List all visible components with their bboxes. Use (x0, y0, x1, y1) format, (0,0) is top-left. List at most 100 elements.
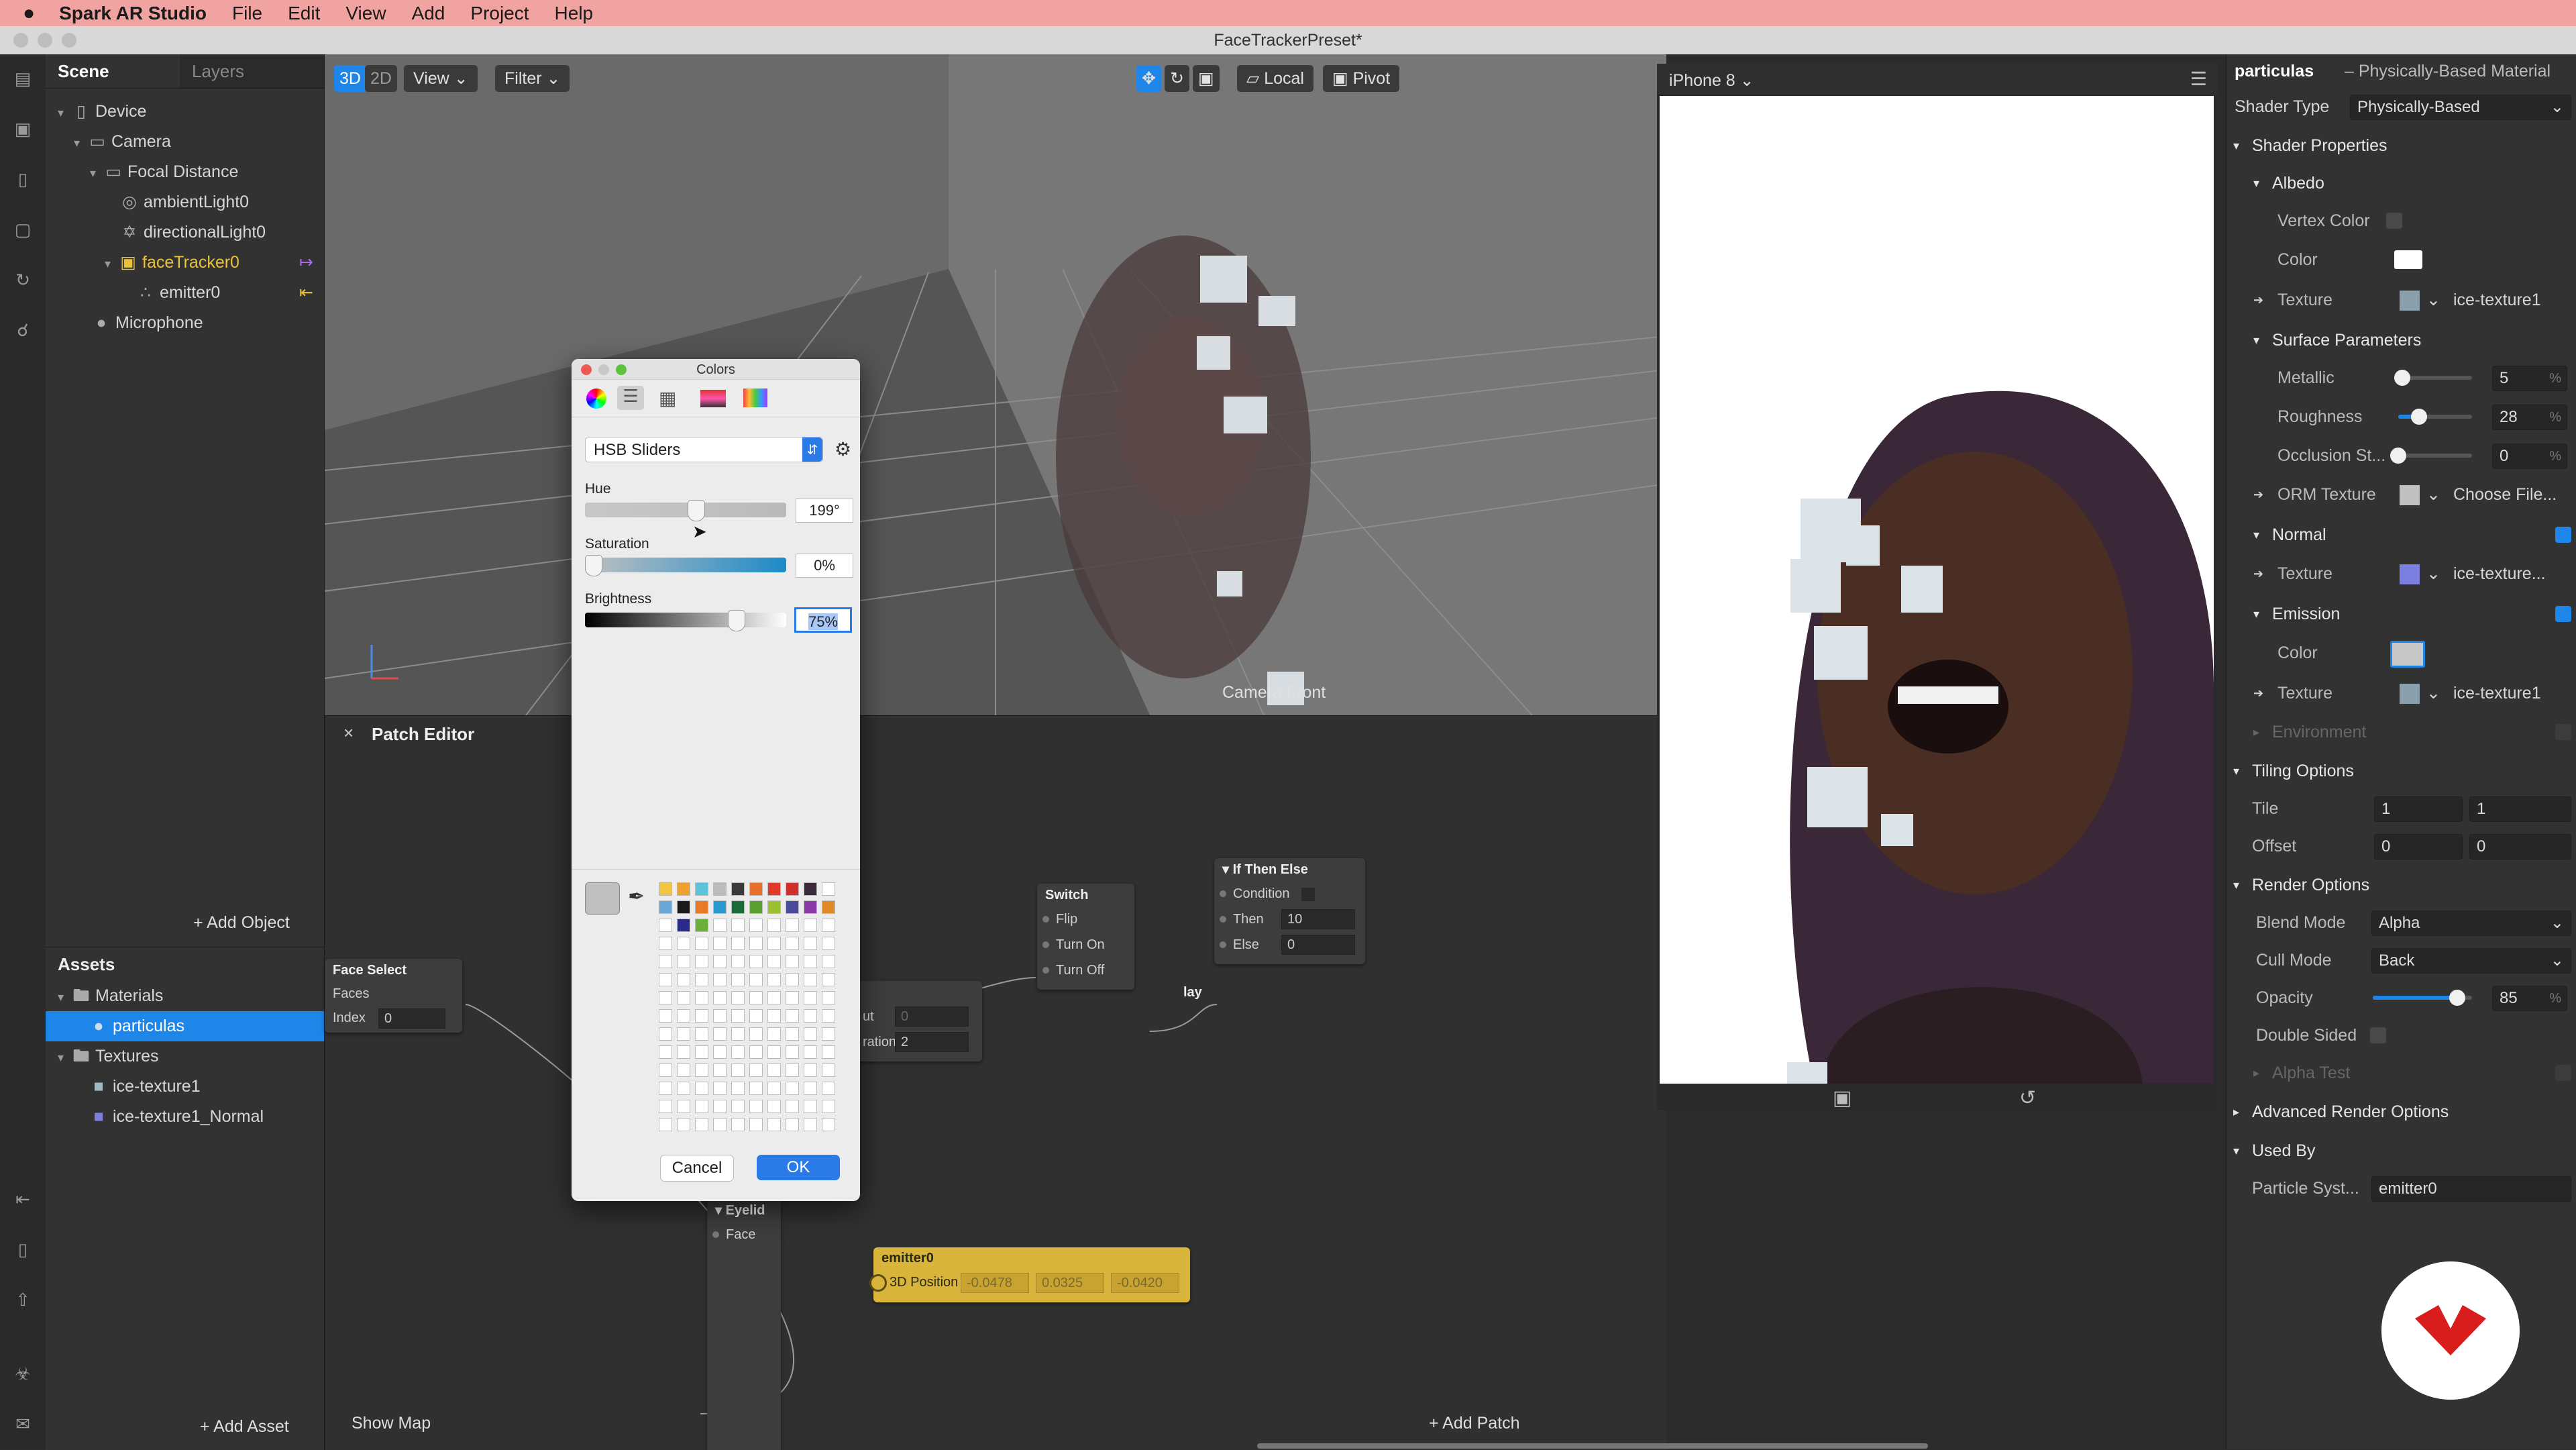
color-swatch[interactable] (786, 882, 799, 896)
color-swatch[interactable] (677, 991, 690, 1004)
color-swatch[interactable] (731, 973, 745, 986)
section-surface-parameters[interactable]: ▾ Surface Parameters (2226, 321, 2576, 359)
show-map-button[interactable]: Show Map (352, 1414, 431, 1433)
color-swatch[interactable] (767, 919, 781, 932)
position-x-field[interactable]: -0.0478 (961, 1273, 1029, 1293)
color-swatch[interactable] (786, 900, 799, 914)
chevron-down-icon[interactable]: ⌄ (2426, 281, 2440, 319)
tree-item-camera[interactable]: ▾ ▭ Camera (46, 127, 324, 157)
color-swatch[interactable] (749, 937, 763, 950)
color-swatch[interactable] (731, 955, 745, 968)
color-swatch[interactable] (659, 1009, 672, 1023)
section-tiling-options[interactable]: ▾ Tiling Options (2226, 752, 2576, 790)
color-swatch[interactable] (677, 973, 690, 986)
patch-editor[interactable]: × Patch Editor Face Select Faces Index 0… (325, 715, 1928, 1450)
rotate-tool-button[interactable]: ↻ (1165, 65, 1189, 92)
section-render-options[interactable]: ▾ Render Options (2226, 866, 2576, 904)
menu-edit[interactable]: Edit (288, 3, 320, 24)
bug-icon[interactable]: ☣ (12, 1363, 34, 1384)
color-swatch[interactable] (677, 1045, 690, 1059)
cancel-button[interactable]: Cancel (660, 1155, 734, 1182)
color-swatch[interactable] (786, 1082, 799, 1095)
occlusion-slider-knob[interactable] (2390, 448, 2406, 464)
color-swatch[interactable] (695, 900, 708, 914)
color-swatch[interactable] (659, 973, 672, 986)
color-swatch[interactable] (677, 919, 690, 932)
particle-system-field[interactable]: emitter0 (2371, 1176, 2571, 1202)
position-z-field[interactable]: -0.0420 (1111, 1273, 1179, 1293)
expand-arrow-icon[interactable]: ▾ (74, 128, 89, 158)
color-swatch[interactable] (659, 955, 672, 968)
color-swatch[interactable] (659, 900, 672, 914)
app-name[interactable]: Spark AR Studio (59, 3, 207, 24)
color-swatch[interactable] (731, 1118, 745, 1131)
color-swatch[interactable] (659, 1118, 672, 1131)
link-arrow-icon[interactable]: ➔ (2253, 281, 2263, 319)
tile-u-field[interactable]: 1 (2374, 796, 2463, 822)
color-swatch[interactable] (804, 1082, 817, 1095)
tree-item-directionallight0[interactable]: ✡ directionalLight0 (46, 217, 324, 248)
filter-dropdown[interactable]: Filter ⌄ (495, 65, 570, 92)
rotate-device-icon[interactable]: ↺ (2019, 1086, 2036, 1110)
hue-slider-thumb[interactable] (688, 500, 705, 521)
add-object-button[interactable]: + Add Object (193, 913, 290, 933)
offset-u-field[interactable]: 0 (2374, 834, 2463, 860)
color-swatch[interactable] (659, 1027, 672, 1041)
node-port-faces[interactable]: Faces (325, 982, 462, 1006)
gear-icon[interactable]: ⚙ (835, 438, 851, 460)
tree-item-ambientlight0[interactable]: ◎ ambientLight0 (46, 187, 324, 217)
blend-mode-dropdown[interactable]: Alpha ⌄ (2371, 911, 2571, 936)
if-then-else-node[interactable]: ▾ If Then Else Condition Then 10 Else 0 (1214, 858, 1365, 964)
color-swatch[interactable] (767, 1118, 781, 1131)
section-advanced-render-options[interactable]: ▸ Advanced Render Options (2226, 1093, 2576, 1131)
brightness-slider-thumb[interactable] (728, 610, 745, 631)
apple-icon[interactable]: ● (23, 2, 35, 25)
color-swatch[interactable] (767, 937, 781, 950)
color-swatch[interactable] (713, 1009, 727, 1023)
expand-arrow-icon[interactable]: ▾ (58, 982, 72, 1013)
opacity-slider-knob[interactable] (2449, 990, 2465, 1006)
color-swatch[interactable] (767, 1100, 781, 1113)
menu-add[interactable]: Add (412, 3, 445, 24)
color-swatch[interactable] (822, 882, 835, 896)
color-swatch[interactable] (713, 1064, 727, 1077)
albedo-color-swatch[interactable] (2394, 250, 2422, 269)
then-value-field[interactable]: 10 (1281, 909, 1355, 929)
color-swatch[interactable] (767, 991, 781, 1004)
metallic-slider[interactable] (2394, 370, 2472, 386)
tree-item-materials[interactable]: ▾ 🖿 Materials (46, 981, 324, 1011)
tree-item-ice-texture1-normal[interactable]: ■ ice-texture1_Normal (46, 1102, 324, 1132)
color-swatch[interactable] (786, 1064, 799, 1077)
node-port-input[interactable]: ut 0 (855, 1004, 982, 1029)
color-swatch[interactable] (731, 1100, 745, 1113)
color-swatch[interactable] (677, 1009, 690, 1023)
color-swatch[interactable] (822, 1100, 835, 1113)
mode-3d-button[interactable]: 3D (334, 65, 366, 92)
expand-arrow-icon[interactable]: ▾ (58, 98, 72, 128)
color-swatch[interactable] (749, 973, 763, 986)
brightness-field[interactable]: 75% (794, 607, 852, 633)
collapse-arrow-icon[interactable]: ▾ (715, 1203, 722, 1218)
color-swatch[interactable] (677, 1027, 690, 1041)
screenshot-icon[interactable]: ▣ (1833, 1086, 1851, 1110)
tree-item-focal-distance[interactable]: ▾ ▭ Focal Distance (46, 157, 324, 187)
color-swatch[interactable] (786, 1118, 799, 1131)
menu-icon[interactable]: ☰ (2190, 68, 2207, 90)
tree-item-microphone[interactable]: ● Microphone (46, 308, 324, 338)
tab-scene[interactable]: Scene (46, 54, 180, 88)
patch-link-icon[interactable]: ↦ (299, 248, 313, 278)
tree-item-emitter0[interactable]: ∴ emitter0 ⇤ (46, 278, 324, 308)
color-swatch[interactable] (767, 882, 781, 896)
menu-view[interactable]: View (345, 3, 386, 24)
frame-icon[interactable]: ▢ (12, 219, 34, 240)
section-albedo[interactable]: ▾ Albedo (2226, 164, 2576, 202)
color-swatch[interactable] (804, 919, 817, 932)
metallic-slider-knob[interactable] (2394, 370, 2410, 386)
collapse-arrow-icon[interactable]: ▾ (1222, 862, 1229, 877)
menu-help[interactable]: Help (555, 3, 594, 24)
color-swatch[interactable] (659, 1082, 672, 1095)
texture-thumbnail-icon[interactable] (2400, 485, 2420, 505)
color-swatch[interactable] (822, 919, 835, 932)
input-port[interactable] (1220, 890, 1226, 897)
saturation-slider-thumb[interactable] (585, 555, 602, 576)
